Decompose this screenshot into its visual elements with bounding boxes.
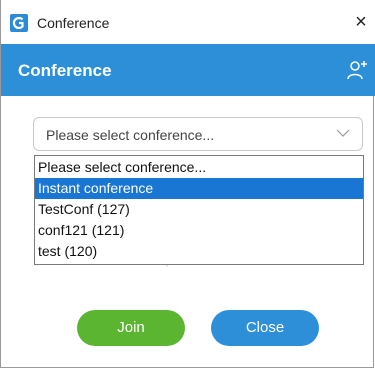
dropdown-option-testconf[interactable]: TestConf (127) — [35, 199, 363, 220]
window-title: Conference — [37, 15, 110, 31]
app-logo-icon — [10, 14, 28, 32]
dropdown-option-placeholder[interactable]: Please select conference... — [35, 157, 363, 178]
join-button[interactable]: Join — [77, 310, 185, 346]
dropdown-option-test[interactable]: test (120) — [35, 241, 363, 262]
window-close-button[interactable]: × — [349, 10, 373, 34]
dropdown-option-conf121[interactable]: conf121 (121) — [35, 220, 363, 241]
dropdown-option-instant[interactable]: Instant conference — [35, 178, 363, 199]
conference-select-value: Please select conference... — [46, 127, 215, 143]
add-user-icon[interactable] — [345, 58, 369, 82]
conference-select[interactable]: Please select conference... — [33, 117, 363, 151]
title-bar: Conference × — [1, 0, 375, 44]
close-button[interactable]: Close — [211, 310, 319, 346]
header-title: Conference — [18, 61, 112, 80]
chevron-down-icon — [336, 129, 350, 137]
conference-window: Conference × Conference Please select co… — [0, 0, 375, 368]
conference-dropdown-list: Please select conference... Instant conf… — [34, 155, 364, 265]
header-bar: Conference — [1, 44, 375, 96]
